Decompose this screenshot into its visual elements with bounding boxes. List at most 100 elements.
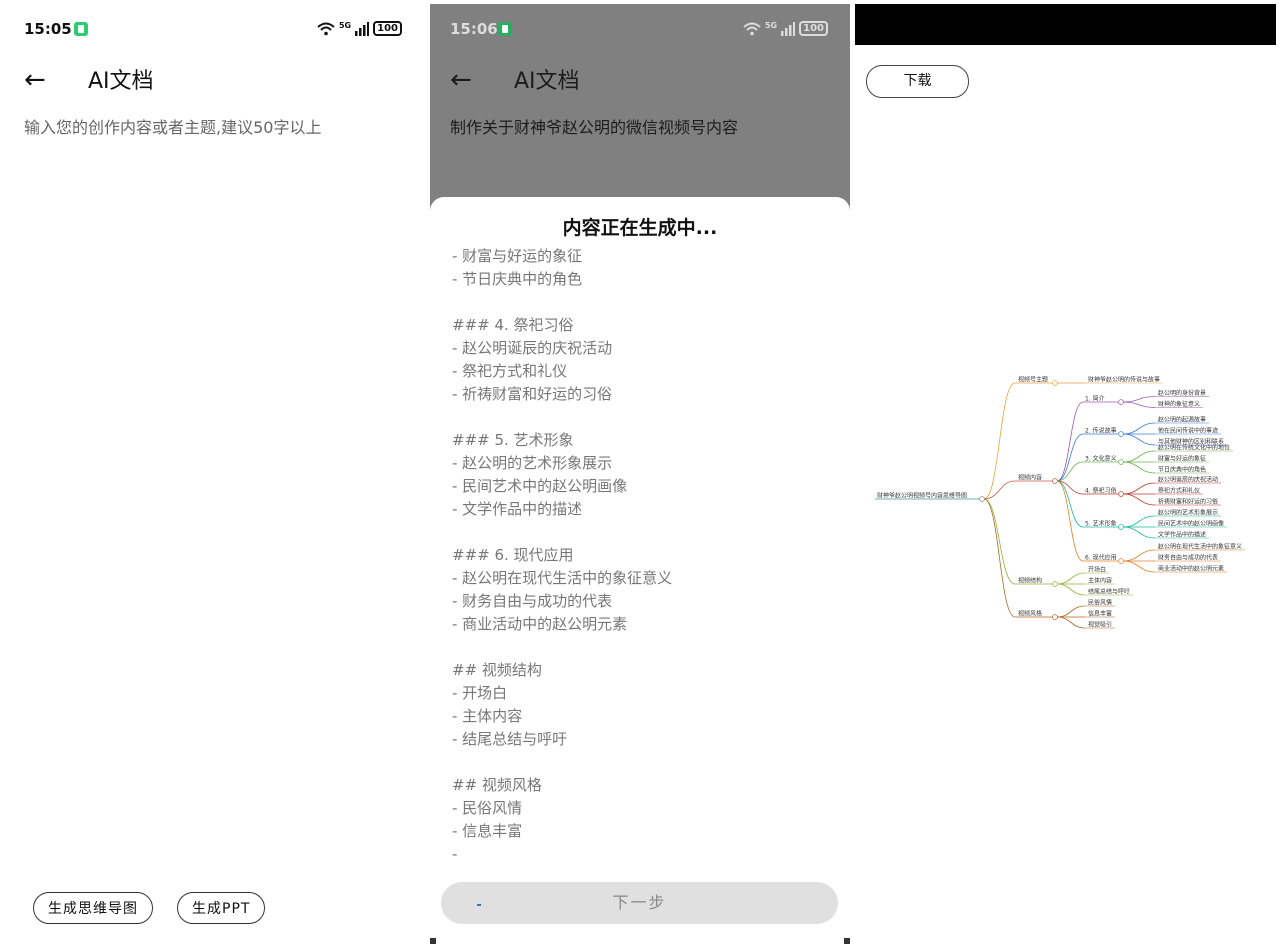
corner-mark xyxy=(844,938,850,944)
mindmap-connector xyxy=(1056,572,1086,585)
mindmap-connector xyxy=(1122,549,1156,562)
mindmap-leaf-label: 商业活动中的赵公明元素 xyxy=(1158,565,1224,573)
generated-line: ## 视频风格 xyxy=(452,776,542,794)
signal-icon xyxy=(781,21,796,36)
wifi-icon xyxy=(743,22,761,35)
app-notification-icon xyxy=(498,22,512,36)
mindmap-leaf-label: 赵公明在传统文化中的地位 xyxy=(1158,444,1230,452)
back-arrow-icon[interactable]: ← xyxy=(450,65,472,95)
mindmap-node-dot xyxy=(979,496,985,502)
generated-line: - 赵公明诞辰的庆祝活动 xyxy=(452,339,613,357)
blank-line xyxy=(452,521,672,544)
app-bar: ← AI文档 xyxy=(430,59,850,109)
mindmap-connector xyxy=(1122,401,1156,408)
mindmap-subbranch-label: 1. 简介 xyxy=(1085,395,1105,403)
blank-line xyxy=(452,291,672,314)
mindmap-node-dot xyxy=(1052,581,1058,587)
mindmap-leaf-label: 财务自由与成功的代表 xyxy=(1158,554,1218,562)
blank-line xyxy=(452,636,672,659)
mindmap-leaf-label: 他在民间传说中的事迹 xyxy=(1158,427,1218,435)
mindmap-leaf-label: 财富与好运的象征 xyxy=(1158,455,1206,463)
mindmap-leaf-label: 财神爷赵公明的传说与故事 xyxy=(1088,376,1160,384)
mindmap-leaf-label: 民间艺术中的赵公明画像 xyxy=(1158,520,1224,528)
page-title: AI文档 xyxy=(88,69,154,94)
mindmap-connector xyxy=(983,498,1016,585)
mindmap-connector xyxy=(1056,401,1084,482)
mindmap-connector xyxy=(1122,450,1156,463)
mindmap-root-label: 财神爷赵公明视频号内容思维导图 xyxy=(877,492,967,500)
mindmap-node-dot xyxy=(1118,491,1124,497)
content-input[interactable]: 输入您的创作内容或者主题,建议50字以上 xyxy=(24,114,321,138)
generated-content: - 财富与好运的象征 - 节日庆典中的角色 ### 4. 祭祀习俗 - 赵公明诞辰的庆… xyxy=(452,245,672,866)
sheet-title: 内容正在生成中... xyxy=(562,217,718,239)
mindmap-node-dot xyxy=(1052,614,1058,620)
network-label: 5G xyxy=(764,21,778,30)
next-step-label: 下一步 xyxy=(612,893,667,912)
generated-line: - 祈祷财富和好运的习俗 xyxy=(452,385,613,403)
signal-icon xyxy=(355,21,370,36)
mindmap-connector xyxy=(1056,605,1086,618)
status-time: 15:06 xyxy=(450,20,498,38)
mindmap-connector xyxy=(1122,560,1156,573)
mindmap-branch-label: 视频号主题 xyxy=(1018,376,1048,384)
mindmap-branch-label: 视频风格 xyxy=(1018,610,1042,618)
network-label: 5G xyxy=(338,21,352,30)
screen-mindmap: 下载 财神爷赵公明视频号内容思维导图 视频号主题 财神爷赵公明的传说与故事 视频内容 1… xyxy=(855,4,1276,944)
generated-line: - 财务自由与成功的代表 xyxy=(452,592,613,610)
mindmap-leaf-label: 开场白 xyxy=(1088,566,1106,574)
mindmap-connector xyxy=(1056,480,1084,562)
mindmap-node-dot xyxy=(1118,431,1124,437)
mindmap-leaf-label: 文学作品中的描述 xyxy=(1158,531,1206,539)
generate-mindmap-button[interactable]: 生成思维导图 xyxy=(33,892,153,924)
mindmap-leaf-label: 祈祷财富和好运的习俗 xyxy=(1158,498,1218,506)
generate-ppt-button[interactable]: 生成PPT xyxy=(177,892,266,924)
generated-line: - 结尾总结与呼吁 xyxy=(452,730,568,748)
corner-mark xyxy=(430,938,436,944)
mindmap-branch-label: 视频结构 xyxy=(1018,577,1042,585)
mindmap-leaf-label: 赵公明的身份背景 xyxy=(1158,389,1206,397)
mindmap-connector xyxy=(1122,433,1156,446)
mindmap-connector xyxy=(1122,515,1156,528)
generated-line: - 民间艺术中的赵公明画像 xyxy=(452,477,628,495)
mindmap-leaf-label: 结尾总结与呼吁 xyxy=(1088,588,1130,596)
mindmap-leaf-label: 民俗风情 xyxy=(1088,599,1112,607)
mindmap-subbranch-label: 4. 祭祀习俗 xyxy=(1085,487,1117,495)
screen-input: 15:05 5G 100 ← AI文档 输入您的创作内容或者主题,建议50字以上… xyxy=(4,4,424,944)
content-input[interactable]: 制作关于财神爷赵公明的微信视频号内容 xyxy=(450,114,738,138)
mindmap-node-dot xyxy=(1118,524,1124,530)
mindmap-leaf-label: 赵公明的艺术形象展示 xyxy=(1158,509,1218,517)
status-bar: 15:06 5G 100 xyxy=(430,4,850,54)
page-title: AI文档 xyxy=(514,69,580,94)
mindmap-node-dot xyxy=(1052,478,1058,484)
mindmap-node-dot xyxy=(1118,399,1124,405)
mindmap-subbranch-label: 6. 现代应用 xyxy=(1085,554,1117,562)
generated-line: - xyxy=(452,845,458,863)
generated-line: - 开场白 xyxy=(452,684,508,702)
generated-line: ### 5. 艺术形象 xyxy=(452,431,574,449)
mindmap-node-dot xyxy=(1118,558,1124,564)
generated-line: - 文学作品中的描述 xyxy=(452,500,583,518)
mindmap-node-dot xyxy=(1052,380,1058,386)
mindmap-connector xyxy=(983,480,1016,500)
generated-line: - 信息丰富 xyxy=(452,822,523,840)
generated-line: - 节日庆典中的角色 xyxy=(452,270,583,288)
mindmap-connector xyxy=(1122,461,1156,474)
generated-line: - 民俗风情 xyxy=(452,799,523,817)
next-step-button[interactable]: 下一步 xyxy=(441,882,838,924)
mindmap-leaf-label: 赵公明在现代生活中的象征意义 xyxy=(1158,543,1242,551)
generated-line: - 主体内容 xyxy=(452,707,523,725)
status-time: 15:05 xyxy=(24,20,72,38)
generated-line: ## 视频结构 xyxy=(452,661,542,679)
generated-line: - 赵公明在现代生活中的象征意义 xyxy=(452,569,673,587)
generated-line: ### 4. 祭祀习俗 xyxy=(452,316,574,334)
status-icons: 5G 100 xyxy=(317,21,402,36)
mindmap-connector xyxy=(1122,526,1156,539)
mindmap-leaf-label: 主体内容 xyxy=(1088,577,1112,585)
mindmap-subbranch-label: 2. 传说故事 xyxy=(1085,427,1117,435)
mindmap-node-dot xyxy=(1118,459,1124,465)
mindmap-diagram[interactable]: 财神爷赵公明视频号内容思维导图 视频号主题 财神爷赵公明的传说与故事视频内容 1. 简… xyxy=(855,4,1276,944)
back-arrow-icon[interactable]: ← xyxy=(24,65,46,95)
app-notification-icon xyxy=(74,22,88,36)
battery-icon: 100 xyxy=(373,21,402,36)
wifi-icon xyxy=(317,22,335,35)
